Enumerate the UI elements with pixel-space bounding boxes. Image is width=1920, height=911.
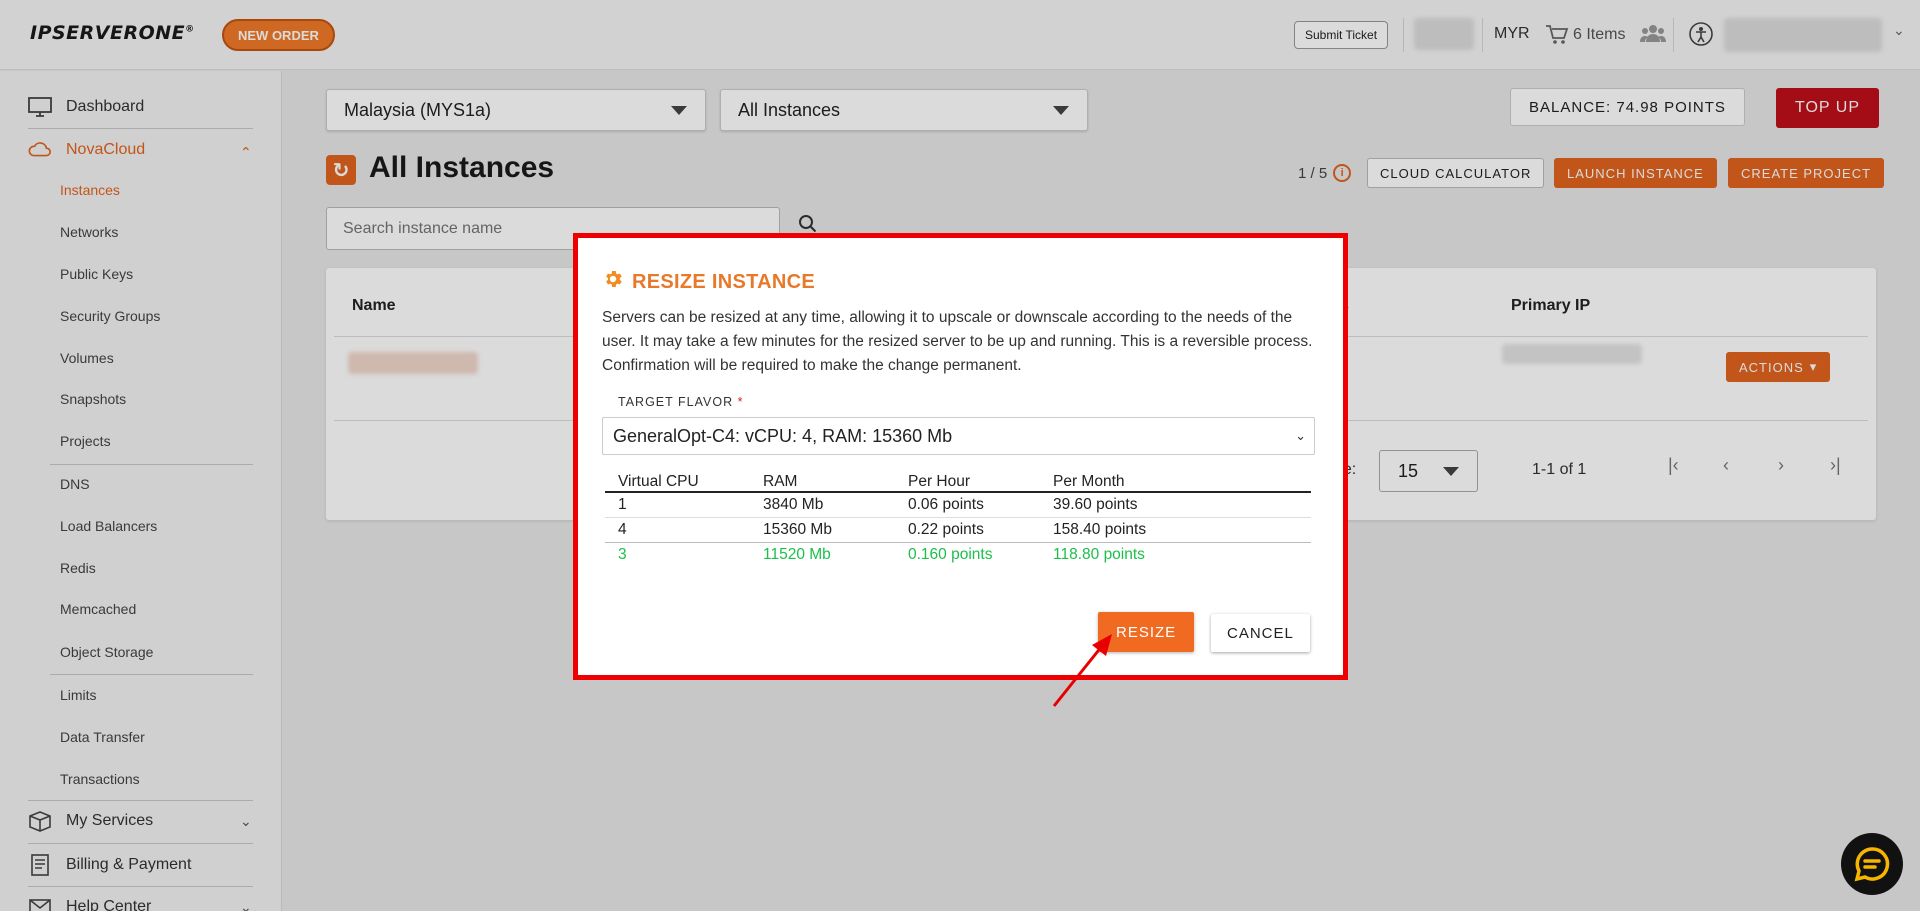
column-header: Per Month — [1040, 470, 1311, 493]
modal-title-text: RESIZE INSTANCE — [632, 270, 816, 293]
flavor-comparison-table: Virtual CPU RAM Per Hour Per Month 1 384… — [605, 470, 1311, 567]
chat-widget-button[interactable] — [1841, 833, 1903, 895]
column-header: Per Hour — [895, 470, 1040, 493]
table-cell: 3840 Mb — [750, 492, 895, 518]
gear-icon — [602, 268, 624, 296]
column-header: RAM — [750, 470, 895, 493]
chat-icon — [1854, 847, 1890, 882]
table-cell: 39.60 points — [1040, 492, 1311, 518]
table-cell: 118.80 points — [1053, 545, 1145, 563]
resize-instance-modal: RESIZE INSTANCE Servers can be resized a… — [573, 233, 1348, 680]
table-cell: 1 — [605, 492, 750, 518]
column-header: Virtual CPU — [605, 470, 750, 493]
modal-title: RESIZE INSTANCE — [602, 268, 815, 296]
table-cell: 0.22 points — [895, 517, 1040, 543]
target-flavor-select[interactable]: GeneralOpt-C4: vCPU: 4, RAM: 15360 Mb ⌄ — [602, 417, 1315, 455]
table-cell: 3 — [618, 545, 627, 563]
flavor-value: GeneralOpt-C4: vCPU: 4, RAM: 15360 Mb — [613, 425, 953, 446]
cancel-button[interactable]: CANCEL — [1211, 614, 1310, 652]
target-flavor-label: TARGET FLAVOR * — [618, 395, 743, 409]
required-marker: * — [737, 395, 744, 409]
table-header-row: Virtual CPU RAM Per Hour Per Month — [605, 470, 1311, 493]
table-cell: 15360 Mb — [750, 517, 895, 543]
annotation-arrow — [1052, 634, 1112, 707]
table-row: 4 15360 Mb 0.22 points 158.40 points — [605, 517, 1311, 543]
table-cell: 158.40 points — [1040, 517, 1311, 543]
table-cell: 4 — [605, 517, 750, 543]
flavor-label-text: TARGET FLAVOR — [618, 395, 734, 409]
modal-description: Servers can be resized at any time, allo… — [602, 309, 1313, 374]
table-cell: 11520 Mb — [763, 545, 831, 563]
table-row-highlighted: 3 11520 Mb 0.160 points 118.80 points — [605, 542, 1311, 567]
table-cell: 0.06 points — [895, 492, 1040, 518]
chevron-down-icon: ⌄ — [1295, 428, 1306, 443]
table-cell: 0.160 points — [908, 545, 993, 563]
table-row: 1 3840 Mb 0.06 points 39.60 points — [605, 492, 1311, 518]
